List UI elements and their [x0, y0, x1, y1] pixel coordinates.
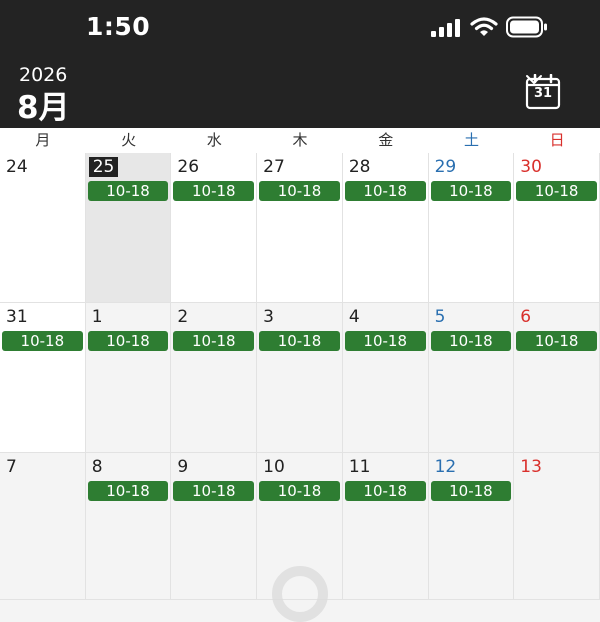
- day-number: 12: [434, 457, 457, 477]
- day-number: 2: [177, 307, 189, 327]
- event-chip[interactable]: 10-18: [344, 481, 426, 501]
- event-chip[interactable]: 10-18: [173, 181, 255, 201]
- weekday-fri: 金: [378, 131, 394, 149]
- day-number: 26: [177, 157, 200, 177]
- day-cell[interactable]: 9 10-18: [171, 453, 258, 600]
- calendar-view-button[interactable]: 31: [525, 74, 587, 110]
- chevron-down-icon: [526, 75, 542, 84]
- day-cell[interactable]: 29 10-18: [428, 153, 515, 303]
- event-chip[interactable]: 10-18: [87, 481, 169, 501]
- event-chip[interactable]: 10-18: [259, 481, 340, 501]
- day-cell[interactable]: 7: [0, 453, 86, 600]
- event-chip[interactable]: 10-18: [173, 481, 255, 501]
- day-cell[interactable]: 24: [0, 153, 86, 303]
- event-chip[interactable]: 10-18: [344, 331, 426, 351]
- day-number: 29: [434, 157, 457, 177]
- day-cell[interactable]: 26 10-18: [171, 153, 258, 303]
- day-number: 6: [520, 307, 532, 327]
- weekday-sat: 土: [463, 131, 479, 149]
- day-number: 7: [6, 457, 17, 477]
- day-cell[interactable]: 1 10-18: [85, 303, 172, 453]
- event-chip[interactable]: 10-18: [87, 331, 169, 351]
- battery-icon: [506, 16, 547, 38]
- day-number: 9: [177, 457, 189, 477]
- event-chip[interactable]: 10-18: [516, 331, 597, 351]
- event-chip[interactable]: 10-18: [259, 181, 340, 201]
- event-chip[interactable]: 10-18: [173, 331, 255, 351]
- weekday-tue: 火: [121, 131, 137, 149]
- status-time: 1:50: [86, 12, 151, 41]
- weekday-mon: 月: [35, 131, 51, 149]
- day-number: 4: [348, 307, 360, 327]
- day-cell[interactable]: 28 10-18: [342, 153, 429, 303]
- day-number: 30: [520, 157, 542, 177]
- wifi-icon: [470, 17, 498, 36]
- day-cell[interactable]: 4 10-18: [342, 303, 429, 453]
- month-label: 8月: [17, 90, 70, 126]
- day-cell[interactable]: 6 10-18: [514, 303, 600, 453]
- day-number: 1: [91, 307, 103, 327]
- location-pin-icon: [272, 566, 328, 622]
- day-cell[interactable]: 12 10-18: [428, 453, 515, 600]
- day-number: 8: [91, 457, 103, 477]
- day-number: 24: [6, 157, 28, 177]
- day-number: 3: [263, 307, 274, 327]
- event-chip[interactable]: 10-18: [344, 181, 426, 201]
- event-chip[interactable]: 10-18: [516, 181, 597, 201]
- weekday-sun: 日: [549, 131, 565, 149]
- event-chip[interactable]: 10-18: [430, 331, 512, 351]
- day-number: 31: [6, 307, 28, 327]
- day-cell[interactable]: 11 10-18: [342, 453, 429, 600]
- cellular-signal-icon: [431, 19, 460, 37]
- day-number: 28: [348, 157, 371, 177]
- day-number-today: 25: [88, 157, 119, 177]
- event-chip[interactable]: 10-18: [2, 331, 83, 351]
- day-number: 5: [434, 307, 446, 327]
- day-cell[interactable]: 27 10-18: [257, 153, 343, 303]
- event-chip[interactable]: 10-18: [430, 481, 512, 501]
- day-number: 11: [348, 457, 371, 477]
- event-chip[interactable]: 10-18: [430, 181, 512, 201]
- day-cell[interactable]: 13: [514, 453, 600, 600]
- event-chip[interactable]: 10-18: [259, 331, 340, 351]
- event-chip[interactable]: 10-18: [87, 181, 169, 201]
- day-cell[interactable]: 3 10-18: [257, 303, 343, 453]
- month-grid: 24 25 10-18 26 10-18 27 10-18 28 10-18 29 10-…: [0, 153, 600, 600]
- day-number: 13: [520, 457, 542, 477]
- app-header: 1:50 2026 8月 31: [0, 0, 600, 128]
- calendar-icon-day: 31: [533, 86, 553, 101]
- day-cell[interactable]: 30 10-18: [514, 153, 600, 303]
- weekday-header: 月 火 水 木 金 土 日: [0, 128, 600, 154]
- weekday-thu: 木: [292, 131, 308, 149]
- day-cell[interactable]: 5 10-18: [428, 303, 515, 453]
- day-cell[interactable]: 31 10-18: [0, 303, 86, 453]
- day-cell-today[interactable]: 25 10-18: [85, 153, 172, 303]
- day-cell[interactable]: 8 10-18: [85, 453, 172, 600]
- weekday-wed: 水: [206, 131, 222, 149]
- day-number: 27: [263, 157, 285, 177]
- day-cell[interactable]: 2 10-18: [171, 303, 258, 453]
- day-number: 10: [263, 457, 285, 477]
